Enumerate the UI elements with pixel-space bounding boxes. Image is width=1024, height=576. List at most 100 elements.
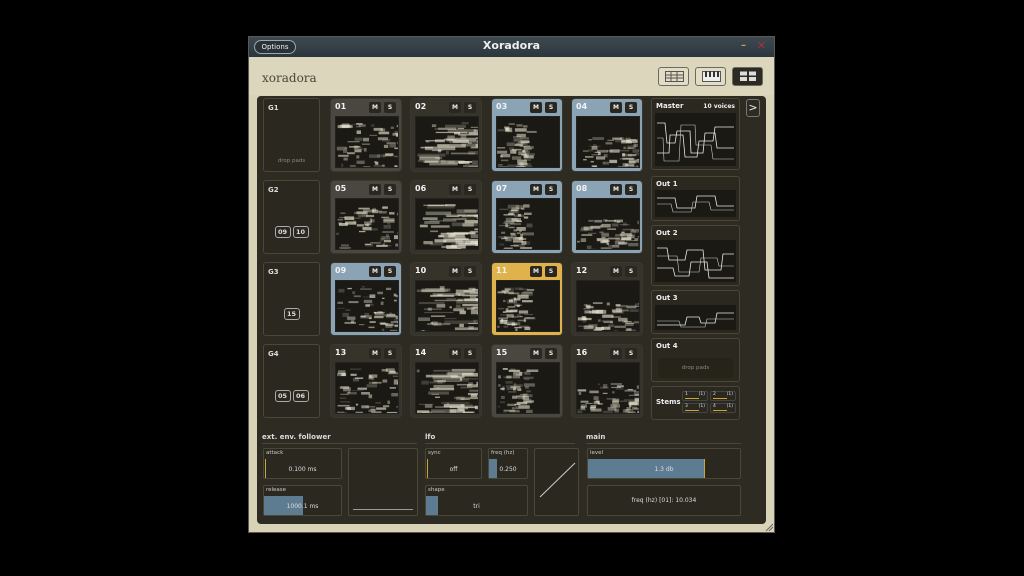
solo-button[interactable]: S — [545, 102, 557, 113]
solo-button[interactable]: S — [545, 266, 557, 277]
solo-button[interactable]: S — [545, 348, 557, 359]
solo-button[interactable]: S — [384, 184, 396, 195]
divider — [262, 443, 417, 444]
out4-drop-pads: drop pads — [658, 358, 733, 378]
resize-grip-icon[interactable] — [764, 522, 774, 532]
solo-button[interactable]: S — [384, 102, 396, 113]
mute-button[interactable]: M — [610, 184, 622, 195]
solo-button[interactable]: S — [625, 266, 637, 277]
stem-2[interactable]: 2 (1) — [710, 391, 736, 401]
solo-button[interactable]: S — [464, 102, 476, 113]
lfo-shape-slider[interactable]: shape tri — [425, 485, 528, 516]
group-label: G3 — [268, 268, 279, 276]
plugin-window: Options Xoradora – ✕ xoradora G1 drop pa… — [248, 36, 775, 533]
solo-button[interactable]: S — [464, 266, 476, 277]
lfo-sync-control[interactable]: sync off — [425, 448, 482, 479]
pad-16[interactable]: 16 M S — [571, 344, 643, 418]
pad-10[interactable]: 10 M S — [410, 262, 482, 336]
minimize-button[interactable]: – — [741, 40, 746, 51]
pad-09[interactable]: 09 M S — [330, 262, 402, 336]
group-g4[interactable]: G4 05 06 — [263, 344, 320, 418]
freq-label: freq (hz) — [491, 450, 515, 456]
mute-button[interactable]: M — [530, 184, 542, 195]
pad-07[interactable]: 07 M S — [491, 180, 563, 254]
pad-12[interactable]: 12 M S — [571, 262, 643, 336]
mute-button[interactable]: M — [449, 348, 461, 359]
out4-output[interactable]: Out 4 drop pads — [651, 338, 740, 382]
mute-button[interactable]: M — [530, 102, 542, 113]
close-button[interactable]: ✕ — [757, 39, 766, 52]
solo-button[interactable]: S — [464, 184, 476, 195]
solo-button[interactable]: S — [625, 348, 637, 359]
mute-button[interactable]: M — [449, 184, 461, 195]
solo-button[interactable]: S — [625, 102, 637, 113]
stem-number: 1 — [685, 392, 688, 397]
mute-button[interactable]: M — [530, 348, 542, 359]
solo-button[interactable]: S — [384, 348, 396, 359]
stem-1[interactable]: 1 (1) — [682, 391, 708, 401]
mute-button[interactable]: M — [610, 102, 622, 113]
shape-label: shape — [428, 487, 445, 493]
master-scope — [655, 113, 736, 166]
stem-number: 3 — [685, 404, 688, 409]
pad-spectrogram — [496, 280, 560, 332]
mute-button[interactable]: M — [369, 266, 381, 277]
out2-scope — [655, 240, 736, 282]
lfo-freq-slider[interactable]: freq (hz) 0.250 — [488, 448, 528, 479]
out3-output[interactable]: Out 3 — [651, 290, 740, 334]
stems-output[interactable]: Stems 1 (1) 2 (1) 3 (1) 4 (1) — [651, 386, 740, 420]
pad-03[interactable]: 03 M S — [491, 98, 563, 172]
group-pad-chip[interactable]: 06 — [292, 390, 309, 402]
pad-13[interactable]: 13 M S — [330, 344, 402, 418]
mute-button[interactable]: M — [449, 266, 461, 277]
out3-label: Out 3 — [656, 294, 678, 302]
group-g3[interactable]: G3 15 — [263, 262, 320, 336]
mute-button[interactable]: M — [610, 266, 622, 277]
sync-value: off — [449, 466, 458, 473]
pad-11[interactable]: 11 M S — [491, 262, 563, 336]
group-g1[interactable]: G1 drop pads — [263, 98, 320, 172]
solo-button[interactable]: S — [545, 184, 557, 195]
out1-output[interactable]: Out 1 — [651, 176, 740, 221]
group-pad-chip[interactable]: 10 — [292, 226, 309, 238]
solo-button[interactable]: S — [625, 184, 637, 195]
solo-button[interactable]: S — [464, 348, 476, 359]
pad-01[interactable]: 01 M S — [330, 98, 402, 172]
pad-15[interactable]: 15 M S — [491, 344, 563, 418]
group-g2[interactable]: G2 09 10 — [263, 180, 320, 254]
release-slider[interactable]: release 1000.1 ms — [263, 485, 342, 516]
mute-button[interactable]: M — [610, 348, 622, 359]
pad-06[interactable]: 06 M S — [410, 180, 482, 254]
pad-04[interactable]: 04 M S — [571, 98, 643, 172]
main-title: main — [586, 433, 606, 441]
mute-button[interactable]: M — [369, 102, 381, 113]
window-title: Xoradora — [482, 39, 541, 52]
pad-05[interactable]: 05 M S — [330, 180, 402, 254]
keyboard-view-button[interactable] — [695, 67, 726, 86]
mute-button[interactable]: M — [530, 266, 542, 277]
group-label: G4 — [268, 350, 279, 358]
stem-3[interactable]: 3 (1) — [682, 403, 708, 413]
mute-button[interactable]: M — [449, 102, 461, 113]
group-pad-chip[interactable]: 15 — [283, 308, 300, 320]
mute-button[interactable]: M — [369, 348, 381, 359]
grid-view-button[interactable] — [658, 67, 689, 86]
pad-number: 07 — [496, 184, 508, 193]
mute-button[interactable]: M — [369, 184, 381, 195]
group-pad-chip[interactable]: 05 — [274, 390, 291, 402]
solo-button[interactable]: S — [384, 266, 396, 277]
attack-label: attack — [266, 450, 284, 456]
pad-02[interactable]: 02 M S — [410, 98, 482, 172]
pads-view-button[interactable] — [732, 67, 763, 86]
group-pad-chip[interactable]: 09 — [274, 226, 291, 238]
pad-14[interactable]: 14 M S — [410, 344, 482, 418]
pad-spectrogram — [496, 116, 560, 168]
stem-4[interactable]: 4 (1) — [710, 403, 736, 413]
out2-output[interactable]: Out 2 — [651, 225, 740, 286]
master-output[interactable]: Master 10 voices — [651, 98, 740, 170]
main-level-slider[interactable]: level 1.3 db — [587, 448, 741, 479]
pad-08[interactable]: 08 M S — [571, 180, 643, 254]
next-page-button[interactable]: > — [746, 99, 760, 117]
attack-slider[interactable]: attack 0.100 ms — [263, 448, 342, 479]
pad-spectrogram — [335, 198, 399, 250]
